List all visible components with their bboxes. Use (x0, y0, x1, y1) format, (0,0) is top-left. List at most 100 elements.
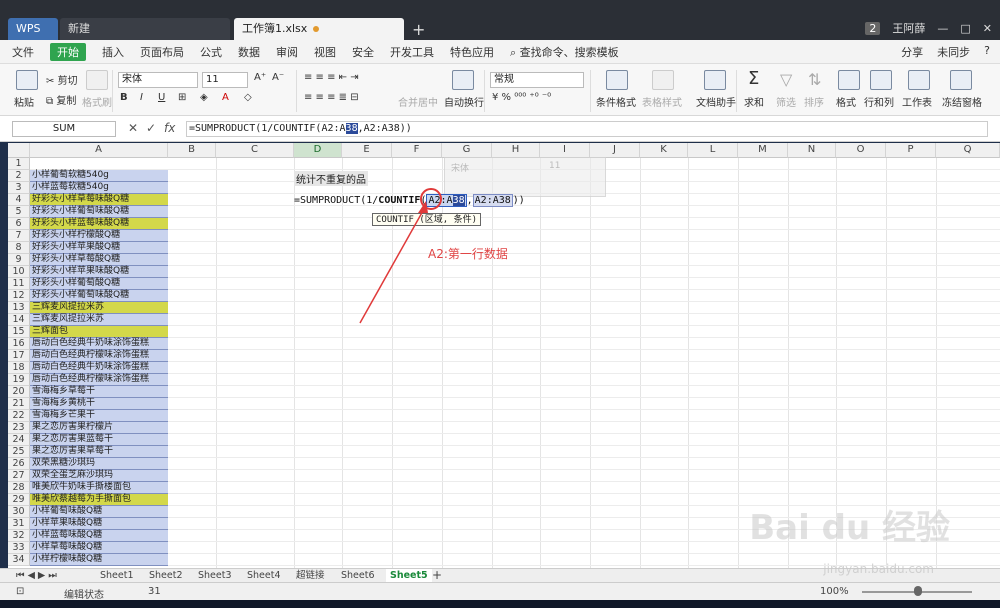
column-header-j[interactable]: J (590, 143, 640, 158)
row-header[interactable]: 4 (8, 194, 30, 206)
menu-file[interactable]: 文件 (12, 44, 34, 60)
cell-a[interactable]: 雪海梅乡黄桃干 (30, 398, 168, 410)
copy-button[interactable]: ⧉ 复制 (46, 92, 76, 107)
cell-a[interactable]: 唇动白色经典牛奶味涂饰蛋糕 (30, 338, 168, 350)
cell-a[interactable]: 双荣黑糖沙琪玛 (30, 458, 168, 470)
column-header-n[interactable]: N (788, 143, 836, 158)
column-header-o[interactable]: O (836, 143, 886, 158)
worksheet-icon[interactable] (908, 70, 930, 90)
menu-developer[interactable]: 开发工具 (390, 44, 434, 60)
row-header[interactable]: 10 (8, 266, 30, 278)
menu-search[interactable]: ⌕ 查找命令、搜索模板 (510, 44, 619, 60)
format-painter-icon[interactable] (86, 70, 108, 90)
sync-button[interactable]: 未同步 (937, 44, 970, 60)
row-header[interactable]: 7 (8, 230, 30, 242)
cell-a[interactable]: 小样蓝莓味酸Q糖 (30, 530, 168, 542)
zoom-level[interactable]: 100% (820, 586, 849, 597)
format-icon[interactable] (838, 70, 860, 90)
row-header[interactable]: 2 (8, 170, 30, 182)
row-header[interactable]: 19 (8, 374, 30, 386)
menu-features[interactable]: 特色应用 (450, 44, 494, 60)
sheet-tab-2[interactable]: Sheet2 (149, 569, 183, 582)
cell-a[interactable]: 唯美欣牛奶味手撕楼面包 (30, 482, 168, 494)
menu-page-layout[interactable]: 页面布局 (140, 44, 184, 60)
select-all-corner[interactable] (8, 143, 30, 158)
window-count-badge[interactable]: 2 (865, 21, 881, 35)
increase-font-icon[interactable]: A⁺ (254, 72, 266, 83)
cell-a[interactable]: 好彩头小样葡萄酸Q糖 (30, 278, 168, 290)
column-header-h[interactable]: H (492, 143, 540, 158)
confirm-icon[interactable]: ✓ (146, 121, 156, 135)
row-header[interactable]: 23 (8, 422, 30, 434)
freeze-icon[interactable] (950, 70, 972, 90)
row-header[interactable]: 18 (8, 362, 30, 374)
row-header[interactable]: 26 (8, 458, 30, 470)
cancel-icon[interactable]: ✕ (128, 121, 138, 135)
formula-input[interactable]: =SUMPRODUCT(1/COUNTIF(A2:A38,A2:A38)) (186, 121, 988, 137)
cell-a[interactable]: 好彩头小样葡萄味酸Q糖 (30, 206, 168, 218)
tab-workbook[interactable]: 工作簿1.xlsx (234, 18, 404, 40)
cell-a[interactable]: 唇动白色经典牛奶味涂饰蛋糕 (30, 362, 168, 374)
sort-icon[interactable]: ⇅ (808, 70, 821, 89)
cell-a[interactable]: 唇动白色经典柠檬味涂饰蛋糕 (30, 374, 168, 386)
share-button[interactable]: 分享 (901, 44, 923, 60)
column-header-l[interactable]: L (688, 143, 738, 158)
minimize-icon[interactable]: — (937, 22, 948, 35)
paste-label[interactable]: 粘贴 (14, 94, 34, 109)
cell-d4-edit[interactable]: =SUMPRODUCT(1/COUNTIF(A2:A38, A2:A38)) (294, 194, 525, 207)
table-style-icon[interactable] (652, 70, 674, 90)
column-header-b[interactable]: B (168, 143, 216, 158)
cell-a[interactable]: 好彩头小样草莓酸Q糖 (30, 254, 168, 266)
cell-a[interactable]: 好彩头小样蓝莓味酸Q糖 (30, 218, 168, 230)
clear-icon[interactable]: ◇ (244, 92, 252, 103)
cell-a[interactable]: 雪海梅乡草莓干 (30, 386, 168, 398)
row-header[interactable]: 5 (8, 206, 30, 218)
menu-home[interactable]: 开始 (50, 42, 86, 61)
column-header-i[interactable]: I (540, 143, 590, 158)
cell-a[interactable]: 唇动白色经典柠檬味涂饰蛋糕 (30, 350, 168, 362)
format-painter-label[interactable]: 格式刷 (82, 94, 112, 109)
row-header[interactable]: 22 (8, 410, 30, 422)
format-button[interactable]: 格式 (836, 94, 856, 109)
cell-a[interactable]: 好彩头小样草莓味酸Q糖 (30, 194, 168, 206)
column-header-k[interactable]: K (640, 143, 688, 158)
merge-button[interactable]: 合并居中 (398, 94, 438, 109)
new-tab-plus-icon[interactable]: + (412, 20, 425, 39)
conditional-format-icon[interactable] (606, 70, 628, 90)
row-header[interactable]: 15 (8, 326, 30, 338)
decrease-font-icon[interactable]: A⁻ (272, 72, 284, 83)
wrap-icon[interactable] (452, 70, 474, 90)
row-header[interactable]: 29 (8, 494, 30, 506)
cell-a[interactable]: 三辉麦风提拉米苏 (30, 314, 168, 326)
row-header[interactable]: 17 (8, 350, 30, 362)
cell-a[interactable]: 雪海梅乡芒果干 (30, 410, 168, 422)
font-select[interactable]: 宋体 (118, 72, 198, 88)
row-header[interactable]: 16 (8, 338, 30, 350)
align-icons-row2[interactable]: ≡ ≡ ≡ ≣ ⊟ (304, 92, 359, 103)
row-header[interactable]: 25 (8, 446, 30, 458)
zoom-slider-handle[interactable] (914, 586, 922, 596)
row-header[interactable]: 27 (8, 470, 30, 482)
sort-button[interactable]: 排序 (804, 94, 824, 109)
doc-assistant-button[interactable]: 文档助手 (696, 94, 736, 109)
row-header[interactable]: 28 (8, 482, 30, 494)
row-header[interactable]: 11 (8, 278, 30, 290)
paste-icon[interactable] (16, 70, 38, 90)
sheet-tab-6[interactable]: Sheet6 (341, 569, 375, 582)
cell-a[interactable]: 小样柠檬味酸Q糖 (30, 554, 168, 566)
cell-a[interactable]: 小样葡萄软糖540g (30, 170, 168, 182)
cell-a[interactable]: 好彩头小样葡萄味酸Q糖 (30, 290, 168, 302)
table-style-button[interactable]: 表格样式 (642, 94, 682, 109)
freeze-button[interactable]: 冻结窗格 (942, 94, 982, 109)
italic-icon[interactable]: I (140, 92, 143, 103)
row-header[interactable]: 32 (8, 530, 30, 542)
number-format-select[interactable]: 常规 (490, 72, 584, 88)
cell-a[interactable]: 唯美欣蔡越莓为手撕面包 (30, 494, 168, 506)
user-name[interactable]: 王阿薛 (892, 20, 925, 36)
cut-button[interactable]: ✂ 剪切 (46, 72, 78, 87)
cell-d2[interactable]: 统计不重复的品 (294, 171, 368, 186)
add-sheet-icon[interactable]: + (432, 569, 442, 582)
bold-icon[interactable]: B (120, 92, 128, 103)
sheet-tab-4[interactable]: Sheet4 (247, 569, 281, 582)
filter-icon[interactable]: ▽ (780, 70, 792, 89)
